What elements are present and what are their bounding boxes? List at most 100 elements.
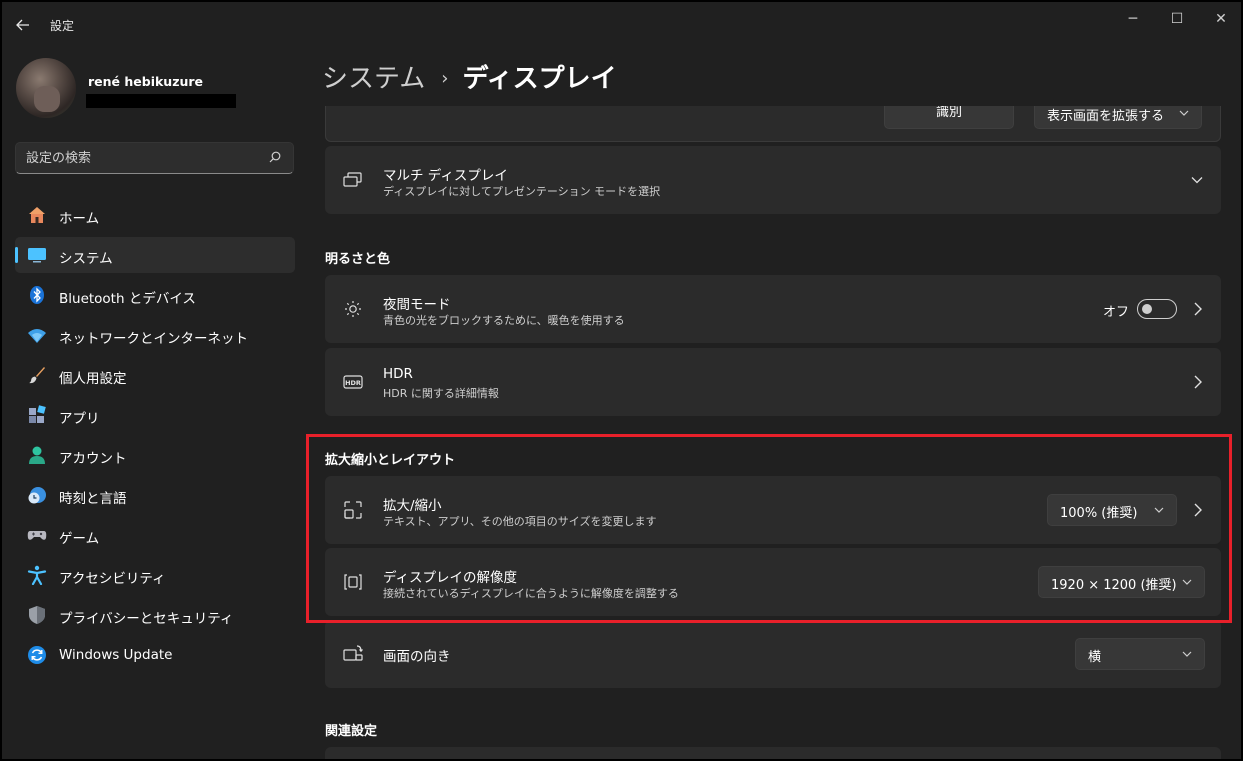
multi-display-mode-dropdown[interactable]: 表示画面を拡張する (1034, 106, 1202, 129)
sidebar-nav: ホーム システム Bluetooth とデバイス ネットワークとインターネット … (15, 197, 295, 677)
sidebar-item-label: アカウント (59, 451, 127, 467)
resolution-icon (344, 574, 362, 590)
user-name: rené hebikuzure (88, 74, 204, 89)
card-title: マルチ ディスプレイ (383, 168, 508, 184)
settings-content: 識別 表示画面を拡張する マルチ ディスプレイ ディスプレイに対してプレゼンテー… (325, 106, 1223, 759)
hdr-icon-text: HDR (345, 379, 361, 387)
chevron-down-icon (1182, 651, 1192, 657)
sidebar-item-time-language[interactable]: 時刻と言語 (15, 477, 295, 513)
toggle-state-label: オフ (1103, 305, 1130, 320)
sidebar-item-accounts[interactable]: アカウント (15, 437, 295, 473)
breadcrumb-parent[interactable]: システム (322, 64, 425, 94)
multi-display-card[interactable]: マルチ ディスプレイ ディスプレイに対してプレゼンテーション モードを選択 (325, 146, 1221, 214)
sidebar-item-accessibility[interactable]: アクセシビリティ (15, 557, 295, 593)
section-title-brightness: 明るさと色 (325, 252, 391, 267)
bluetooth-icon (30, 286, 44, 304)
search-box[interactable] (15, 142, 294, 174)
sidebar-item-personalization[interactable]: 個人用設定 (15, 357, 295, 393)
scale-dropdown[interactable]: 100% (推奨) (1047, 494, 1177, 526)
orientation-icon (343, 645, 363, 661)
maximize-button[interactable]: ☐ (1154, 8, 1200, 30)
sidebar-item-label: アクセシビリティ (59, 571, 166, 587)
app-title: 設定 (50, 19, 75, 33)
card-subtitle: ディスプレイに対してプレゼンテーション モードを選択 (383, 185, 661, 198)
sidebar-item-label: アプリ (59, 411, 100, 427)
night-light-icon (345, 301, 361, 317)
title-bar: 設定 ─ ☐ ✕ (2, 2, 1241, 46)
wifi-icon (28, 329, 46, 343)
accessibility-icon (27, 565, 47, 585)
sidebar-item-label: プライバシーとセキュリティ (59, 611, 234, 627)
search-icon[interactable] (269, 151, 281, 163)
card-subtitle: テキスト、アプリ、その他の項目のサイズを変更します (383, 515, 657, 528)
sidebar-item-apps[interactable]: アプリ (15, 397, 295, 433)
back-button[interactable] (12, 14, 34, 36)
night-light-toggle[interactable] (1137, 299, 1177, 319)
chevron-down-icon[interactable] (1191, 176, 1203, 184)
page-title: ディスプレイ (462, 64, 617, 94)
night-light-card[interactable]: 夜間モード 青色の光をブロックするために、暖色を使用する オフ (325, 275, 1221, 343)
sidebar-item-bluetooth[interactable]: Bluetooth とデバイス (15, 277, 295, 313)
section-title-scale-layout: 拡大縮小とレイアウト (325, 453, 456, 468)
user-email-redacted (86, 94, 236, 108)
hdr-icon: HDR (343, 375, 363, 389)
brush-icon (29, 367, 45, 384)
card-subtitle: 青色の光をブロックするために、暖色を使用する (383, 314, 625, 327)
sidebar-item-windows-update[interactable]: Windows Update (15, 637, 295, 673)
card-title: 拡大/縮小 (383, 498, 442, 514)
card-subtitle: HDR に関する詳細情報 (383, 387, 499, 400)
dropdown-value: 100% (推奨) (1060, 506, 1138, 521)
breadcrumb-separator: › (441, 68, 449, 89)
breadcrumb: システム › ディスプレイ (322, 58, 617, 95)
sidebar-item-label: システム (59, 251, 113, 267)
close-button[interactable]: ✕ (1198, 8, 1241, 30)
resolution-card: ディスプレイの解像度 接続されているディスプレイに合うように解像度を調整する 1… (325, 548, 1221, 616)
scale-icon (344, 501, 362, 519)
system-icon (28, 248, 46, 263)
sidebar-item-system[interactable]: システム (15, 237, 295, 273)
sidebar-item-gaming[interactable]: ゲーム (15, 517, 295, 553)
back-arrow-icon (16, 19, 29, 31)
clock-globe-icon (28, 487, 46, 504)
sidebar-item-privacy-security[interactable]: プライバシーとセキュリティ (15, 597, 295, 633)
scale-card[interactable]: 拡大/縮小 テキスト、アプリ、その他の項目のサイズを変更します 100% (推奨… (325, 476, 1221, 544)
sidebar-item-label: 時刻と言語 (59, 491, 127, 507)
search-input[interactable] (26, 149, 256, 167)
hdr-card[interactable]: HDR HDR HDR に関する詳細情報 (325, 348, 1221, 416)
card-title: HDR (383, 366, 413, 382)
update-icon (28, 646, 46, 664)
sidebar-item-label: 個人用設定 (59, 371, 127, 387)
sidebar-item-label: ゲーム (59, 531, 100, 547)
minimize-button[interactable]: ─ (1110, 8, 1156, 30)
card-subtitle: 接続されているディスプレイに合うように解像度を調整する (383, 587, 679, 600)
card-title: ディスプレイの解像度 (383, 570, 518, 586)
sidebar-item-label: Windows Update (59, 647, 173, 663)
chevron-right-icon[interactable] (1193, 503, 1203, 517)
card-title: 夜間モード (383, 297, 451, 313)
orientation-dropdown[interactable]: 横 (1075, 638, 1205, 670)
multi-display-icon (343, 172, 362, 187)
chevron-down-icon (1179, 110, 1189, 116)
chevron-down-icon (1154, 507, 1164, 513)
settings-window: 設定 ─ ☐ ✕ rené hebikuzure ホーム システム (2, 2, 1241, 759)
chevron-down-icon (1182, 579, 1192, 585)
orientation-card: 画面の向き 横 (325, 620, 1221, 688)
avatar[interactable] (16, 58, 76, 118)
related-settings-card[interactable] (325, 747, 1221, 759)
sidebar-item-network[interactable]: ネットワークとインターネット (15, 317, 295, 353)
dropdown-value: 表示画面を拡張する (1047, 109, 1165, 124)
identify-button[interactable]: 識別 (884, 106, 1014, 129)
dropdown-value: 横 (1088, 650, 1102, 665)
shield-icon (29, 606, 45, 624)
account-icon (29, 446, 45, 464)
dropdown-value: 1920 × 1200 (推奨) (1051, 578, 1177, 593)
chevron-right-icon[interactable] (1193, 375, 1203, 389)
chevron-right-icon[interactable] (1193, 302, 1203, 316)
apps-icon (29, 405, 46, 423)
section-title-related: 関連設定 (325, 724, 378, 739)
resolution-dropdown[interactable]: 1920 × 1200 (推奨) (1038, 566, 1205, 598)
sidebar-item-home[interactable]: ホーム (15, 197, 295, 233)
sidebar-item-label: Bluetooth とデバイス (59, 291, 196, 307)
sidebar-item-label: ネットワークとインターネット (59, 331, 248, 347)
gamepad-icon (27, 531, 47, 540)
